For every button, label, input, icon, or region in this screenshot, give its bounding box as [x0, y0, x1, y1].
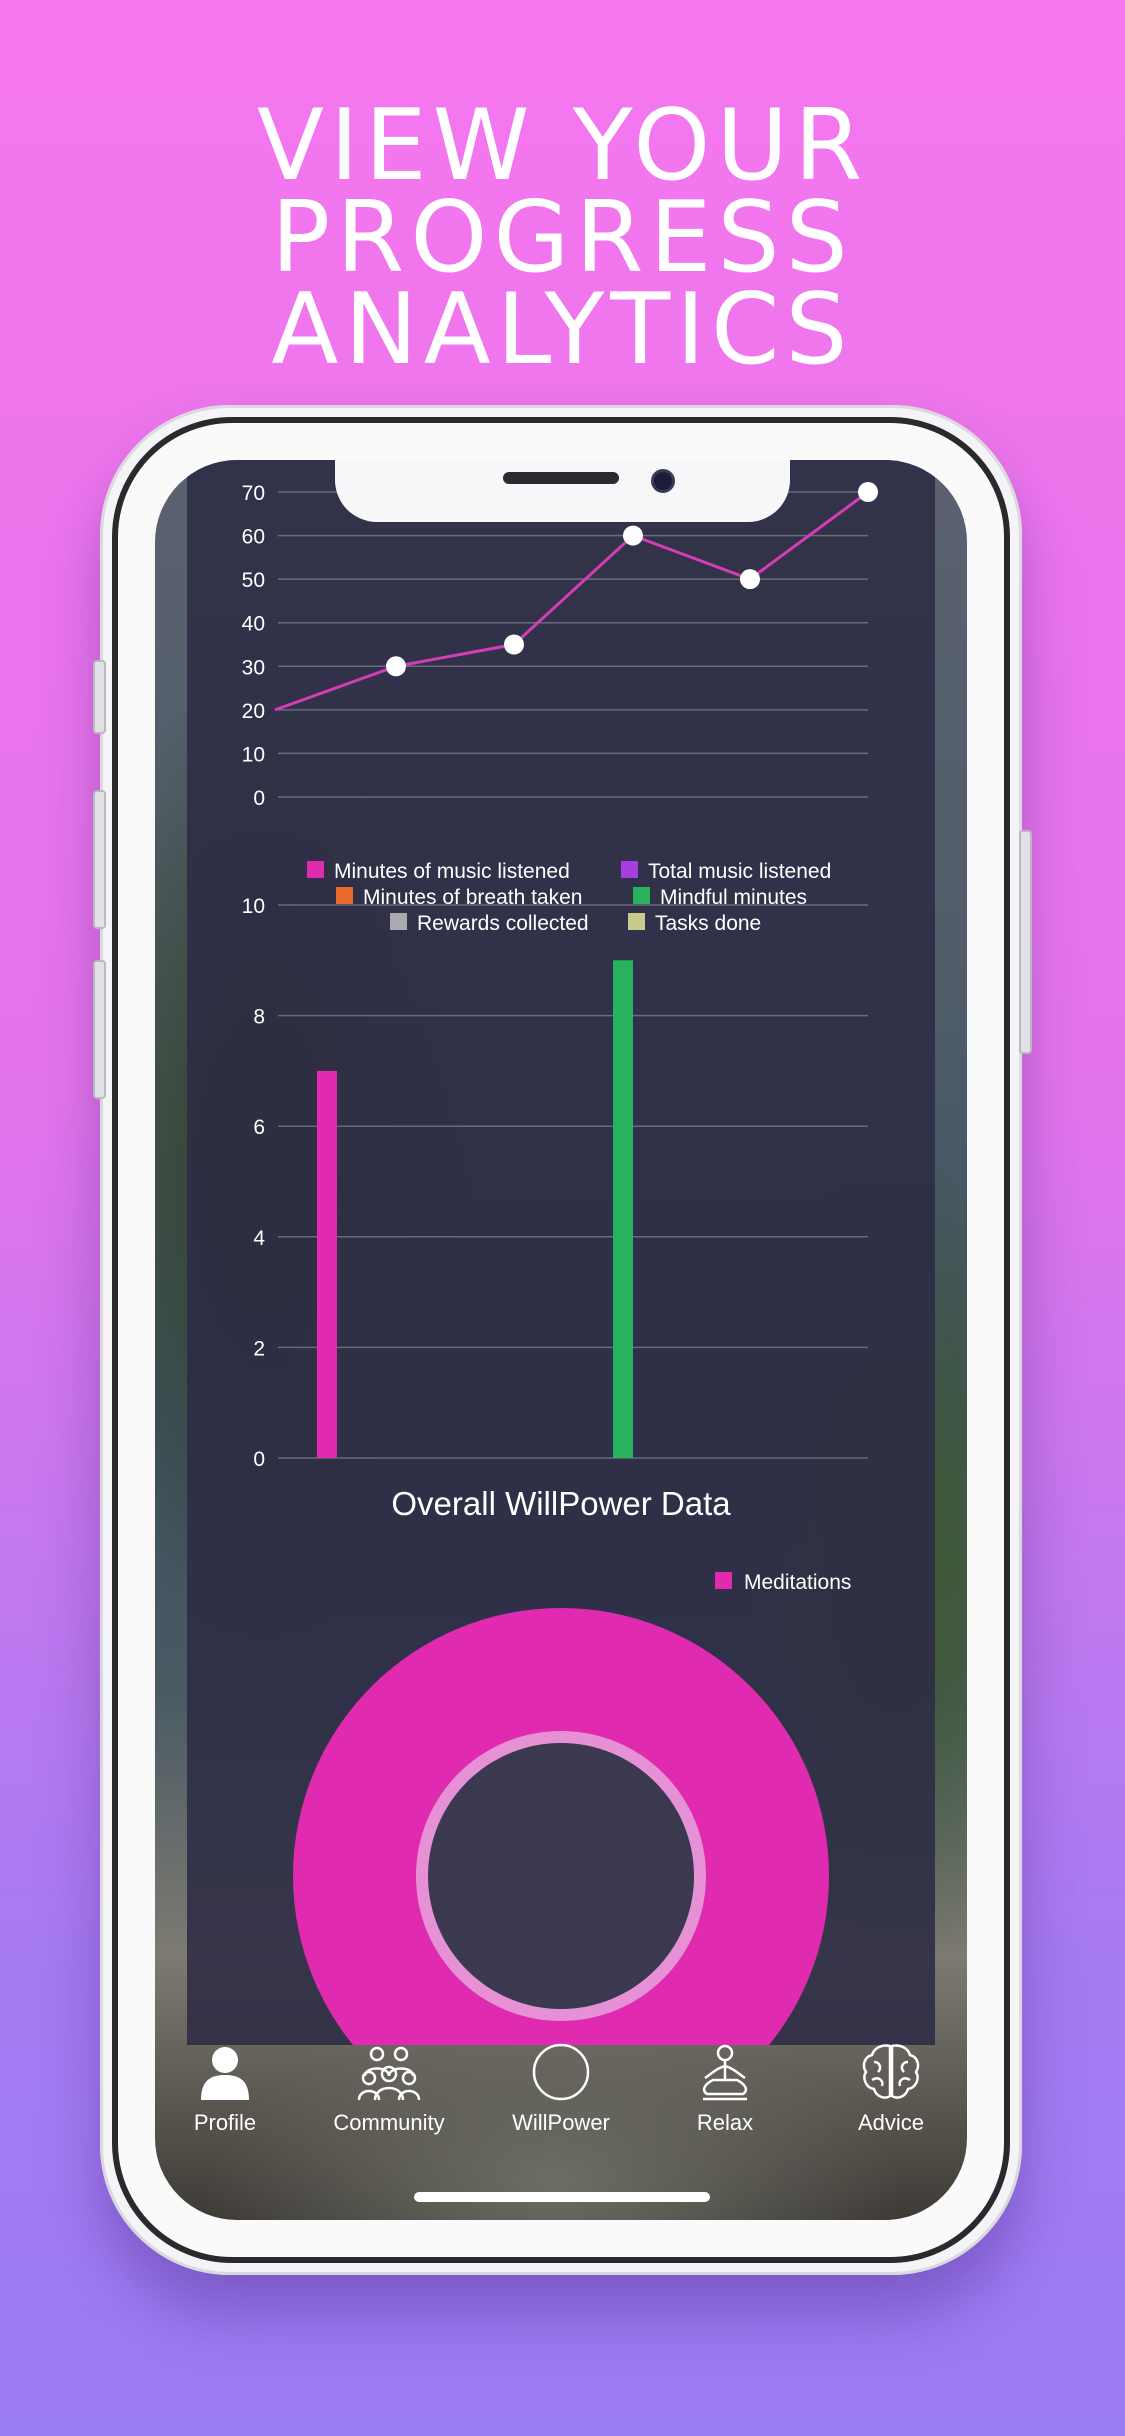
- legend-label: Tasks done: [655, 912, 761, 935]
- line-point: [386, 656, 406, 677]
- pie-chart-title: Overall WillPower Data: [391, 1485, 731, 1522]
- y-tick-label: 2: [253, 1337, 265, 1360]
- line-series: [274, 490, 869, 712]
- y-tick-label: 0: [253, 787, 265, 810]
- y-tick-label: 6: [253, 1116, 265, 1139]
- tab-label-relax: Relax: [696, 2110, 754, 2135]
- y-tick-label: 40: [242, 613, 265, 636]
- tab-willpower[interactable]: WillPower: [491, 2040, 631, 2136]
- y-tick-label: 20: [242, 700, 265, 723]
- tab-advice[interactable]: Advice: [821, 2040, 961, 2136]
- y-tick-label: 8: [253, 1006, 265, 1029]
- legend-swatch: [628, 913, 645, 930]
- y-tick-label: 4: [253, 1227, 265, 1250]
- y-tick-label: 50: [242, 569, 265, 592]
- line-point: [858, 482, 878, 502]
- brain-icon: [862, 2044, 920, 2099]
- legend-swatch: [633, 887, 650, 904]
- bar: [613, 960, 633, 1458]
- legend-label-meditations: Meditations: [744, 1571, 851, 1594]
- y-tick-label: 0: [253, 1448, 265, 1471]
- tab-relax[interactable]: Relax: [655, 2040, 795, 2136]
- legend-label: Minutes of music listened: [334, 860, 570, 883]
- y-tick-label: 30: [242, 656, 265, 679]
- legend-label: Minutes of breath taken: [363, 886, 582, 909]
- y-tick-label: 70: [242, 482, 265, 505]
- speaker-grille: [503, 472, 619, 484]
- home-indicator: [414, 2192, 710, 2202]
- y-tick-label: 10: [242, 895, 265, 918]
- legend-swatch: [336, 887, 353, 904]
- legend-swatch: [390, 913, 407, 930]
- bar-chart: 0 2 4 6 8 10 Minutes of music listened Total mu…: [242, 860, 868, 1471]
- tab-label-community: Community: [333, 2110, 445, 2135]
- tab-label-advice: Advice: [857, 2110, 925, 2135]
- person-icon: [201, 2047, 249, 2100]
- y-tick-label: 60: [242, 526, 265, 549]
- line-point: [740, 569, 760, 590]
- y-tick-label: 10: [242, 743, 265, 766]
- legend-swatch: [621, 861, 638, 878]
- phone-notch: [335, 460, 790, 522]
- front-camera: [651, 469, 675, 493]
- tab-label-willpower: WillPower: [512, 2110, 610, 2135]
- line-point: [504, 634, 524, 655]
- pie-chart-labels: Overall WillPower Data Meditations: [391, 1485, 851, 1594]
- legend-label: Rewards collected: [417, 912, 589, 935]
- legend-label: Mindful minutes: [660, 886, 807, 909]
- line-chart: 0 10 20 30 40 50 60 70: [242, 482, 878, 810]
- tab-community[interactable]: Community: [319, 2040, 459, 2136]
- line-point: [623, 525, 643, 546]
- bar: [317, 1070, 337, 1458]
- meditation-icon: [702, 2044, 748, 2101]
- community-icon: [357, 2046, 421, 2101]
- legend-swatch-meditations: [715, 1572, 732, 1589]
- circle-icon: [532, 2043, 590, 2101]
- donut-hole: [428, 1743, 694, 2009]
- legend-swatch: [307, 861, 324, 878]
- tab-profile[interactable]: Profile: [155, 2040, 295, 2136]
- legend-label: Total music listened: [648, 860, 831, 883]
- tab-bar: Profile Community WillPower Relax Advice: [155, 2040, 967, 2160]
- tab-label-profile: Profile: [193, 2110, 257, 2135]
